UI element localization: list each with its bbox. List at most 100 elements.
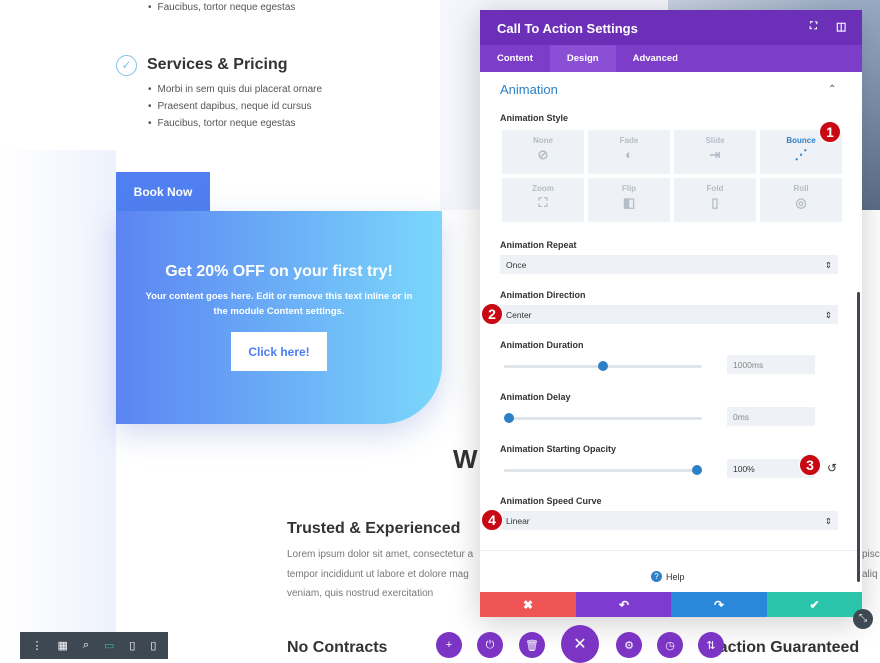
portability-button[interactable]: ⇅: [698, 632, 724, 658]
style-label: Fold: [706, 184, 724, 193]
undo-button[interactable]: ↶: [576, 592, 672, 617]
step-badge: 1: [819, 121, 841, 143]
bullet-item: Faucibus, tortor neque egestas: [148, 118, 296, 129]
style-label: Slide: [705, 136, 725, 145]
panel-title: Call To Action Settings: [497, 21, 638, 36]
bullet-item: Praesent dapibus, neque id cursus: [148, 101, 312, 112]
save-button[interactable]: ✔: [767, 592, 862, 617]
divider: [480, 550, 862, 551]
field-label: Animation Style: [500, 113, 569, 123]
style-label: Roll: [793, 184, 809, 193]
field-label: Animation Starting Opacity: [500, 444, 617, 454]
none-icon: ⊘: [537, 147, 549, 162]
slider-handle[interactable]: [504, 413, 514, 423]
select-arrows-icon: ⇕: [824, 310, 832, 320]
repeat-select[interactable]: Once ⇕: [500, 255, 838, 274]
panel-tabs: Content Design Advanced: [480, 45, 862, 72]
fold-icon: ▯: [711, 195, 719, 210]
power-button[interactable]: ⏻: [477, 632, 503, 658]
style-fade[interactable]: Fade ◐: [588, 130, 670, 174]
tab-design[interactable]: Design: [549, 45, 616, 72]
history-button[interactable]: ◷: [657, 632, 683, 658]
fade-icon: ◐: [625, 147, 633, 162]
opacity-slider[interactable]: [504, 465, 702, 475]
left-gradient: [0, 150, 116, 659]
help-icon: ?: [651, 571, 662, 582]
tab-advanced[interactable]: Advanced: [616, 45, 695, 72]
body-text: pisci: [862, 549, 880, 560]
delay-slider[interactable]: [504, 413, 702, 423]
style-label: Bounce: [786, 136, 816, 145]
tab-content[interactable]: Content: [480, 45, 550, 72]
close-builder-button[interactable]: ✕: [561, 625, 599, 663]
cta-body: Your content goes here. Edit or remove t…: [145, 291, 413, 317]
cancel-button[interactable]: ✖: [480, 592, 576, 617]
slide-icon: ⇥: [709, 147, 721, 162]
reset-icon[interactable]: ↺: [827, 461, 837, 475]
tablet-icon[interactable]: ▯: [129, 639, 135, 652]
style-flip[interactable]: Flip ◧: [588, 178, 670, 222]
view-toolbar: ⋮ ▦ ⌕ ▭ ▯ ▯: [20, 632, 168, 659]
style-label: Fade: [619, 136, 639, 145]
chevron-up-icon[interactable]: ⌃: [828, 84, 836, 95]
bullet-item: Faucibus, tortor neque egestas: [148, 2, 296, 13]
zoom-icon[interactable]: ⌕: [83, 639, 89, 652]
body-text: aliq: [862, 569, 878, 580]
redo-button[interactable]: ↷: [671, 592, 767, 617]
sidebar-toggle-icon[interactable]: ◫: [836, 20, 846, 33]
trusted-heading: Trusted & Experienced: [287, 520, 461, 537]
animation-style-grid: None ⊘ Fade ◐ Slide ⇥ Bounce ⋰ Zoom ⛶ Flip ◧ F…: [502, 130, 842, 222]
select-value: Once: [506, 260, 527, 270]
bullet-item: Morbi in sem quis dui placerat ornare: [148, 84, 323, 95]
select-value: Center: [506, 310, 532, 320]
style-none[interactable]: None ⊘: [502, 130, 584, 174]
step-badge: 4: [481, 509, 503, 531]
resize-handle-icon[interactable]: ⤡: [853, 609, 873, 629]
delay-input[interactable]: 0ms: [727, 407, 815, 426]
cta-title: Get 20% OFF on your first try!: [165, 263, 393, 280]
trash-button[interactable]: 🗑: [519, 632, 545, 658]
select-arrows-icon: ⇕: [824, 260, 832, 270]
duration-input[interactable]: 1000ms: [727, 355, 815, 374]
select-value: Linear: [506, 516, 530, 526]
roll-icon: ◎: [795, 195, 807, 210]
style-slide[interactable]: Slide ⇥: [674, 130, 756, 174]
scrollbar[interactable]: [857, 292, 860, 582]
field-label: Animation Speed Curve: [500, 496, 602, 506]
direction-select[interactable]: Center ⇕: [500, 305, 838, 324]
fullscreen-icon[interactable]: ⛶: [810, 21, 817, 32]
satisfaction-heading: isfaction Guaranteed: [700, 639, 860, 656]
body-text: veniam, quis nostrud exercitation: [287, 588, 434, 599]
speed-curve-select[interactable]: Linear ⇕: [500, 511, 838, 530]
style-fold[interactable]: Fold ▯: [674, 178, 756, 222]
cta-button[interactable]: Click here!: [231, 332, 327, 371]
flip-icon: ◧: [622, 195, 636, 210]
duration-slider[interactable]: [504, 361, 702, 371]
help-link[interactable]: ? Help: [651, 571, 685, 582]
slider-handle[interactable]: [598, 361, 608, 371]
body-text: Lorem ipsum dolor sit amet, consectetur …: [287, 549, 474, 560]
style-roll[interactable]: Roll ◎: [760, 178, 842, 222]
zoom-icon: ⛶: [538, 195, 548, 210]
field-label: Animation Delay: [500, 392, 571, 402]
settings-panel: Call To Action Settings ⛶ ◫ Content Desi…: [480, 10, 862, 617]
book-now-tab[interactable]: Book Now: [116, 172, 210, 212]
add-button[interactable]: +: [436, 632, 462, 658]
desktop-icon[interactable]: ▭: [104, 639, 114, 652]
cta-module: Get 20% OFF on your first try! Your cont…: [116, 211, 442, 424]
services-heading: Services & Pricing: [147, 56, 288, 73]
section-title[interactable]: Animation: [500, 82, 558, 97]
settings-button[interactable]: ⚙: [616, 632, 642, 658]
wireframe-icon[interactable]: ▦: [57, 639, 67, 652]
slider-handle[interactable]: [692, 465, 702, 475]
panel-header: Call To Action Settings ⛶ ◫: [480, 10, 862, 45]
help-label: Help: [666, 571, 685, 582]
field-label: Animation Repeat: [500, 240, 577, 250]
style-label: Flip: [621, 184, 637, 193]
select-arrows-icon: ⇕: [824, 516, 832, 526]
field-label: Animation Direction: [500, 290, 586, 300]
more-icon[interactable]: ⋮: [31, 639, 42, 652]
phone-icon[interactable]: ▯: [150, 639, 156, 652]
style-zoom[interactable]: Zoom ⛶: [502, 178, 584, 222]
bounce-icon: ⋰: [794, 147, 808, 162]
